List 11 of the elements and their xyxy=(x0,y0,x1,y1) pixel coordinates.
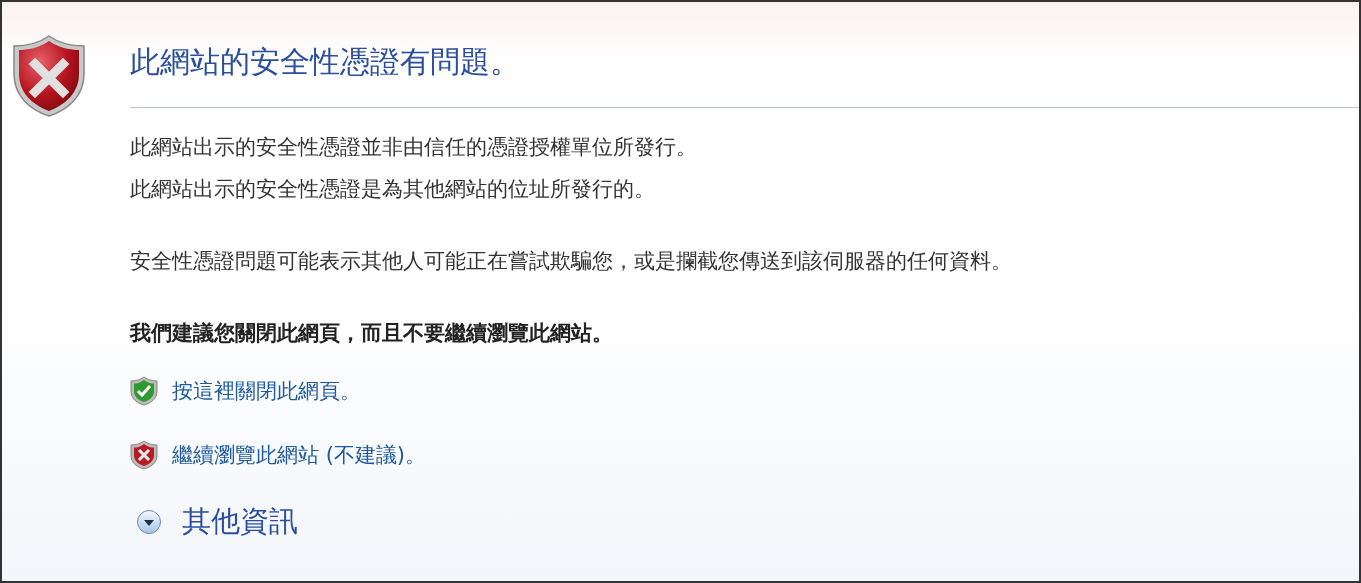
error-shield-icon xyxy=(130,440,158,470)
more-info-link[interactable]: 其他資訊 xyxy=(182,502,298,542)
error-shield-icon xyxy=(10,34,88,118)
check-shield-icon xyxy=(130,376,158,406)
link[interactable]: 按這裡關閉此網頁。 xyxy=(172,374,361,408)
expand-toggle-icon[interactable] xyxy=(136,509,162,535)
page-title: 此網站的安全性憑證有問題。 xyxy=(130,43,521,81)
paragraph: 此網站出示的安全性憑證並非由信任的憑證授權單位所發行。 此網站出示的安全性憑證是為其他網站的位址所發行的。 xyxy=(130,134,698,203)
recommendation-text: 我們建議您關閉此網頁，而且不要繼續瀏覽此網站。 xyxy=(130,320,614,347)
link[interactable]: 繼續瀏覽此網站 (不建議)。 xyxy=(172,438,427,472)
paragraph: 安全性憑證問題可能表示其他人可能正在嘗試欺騙您，或是攔截您傳送到該伺服器的任何資料。 xyxy=(130,248,1013,275)
